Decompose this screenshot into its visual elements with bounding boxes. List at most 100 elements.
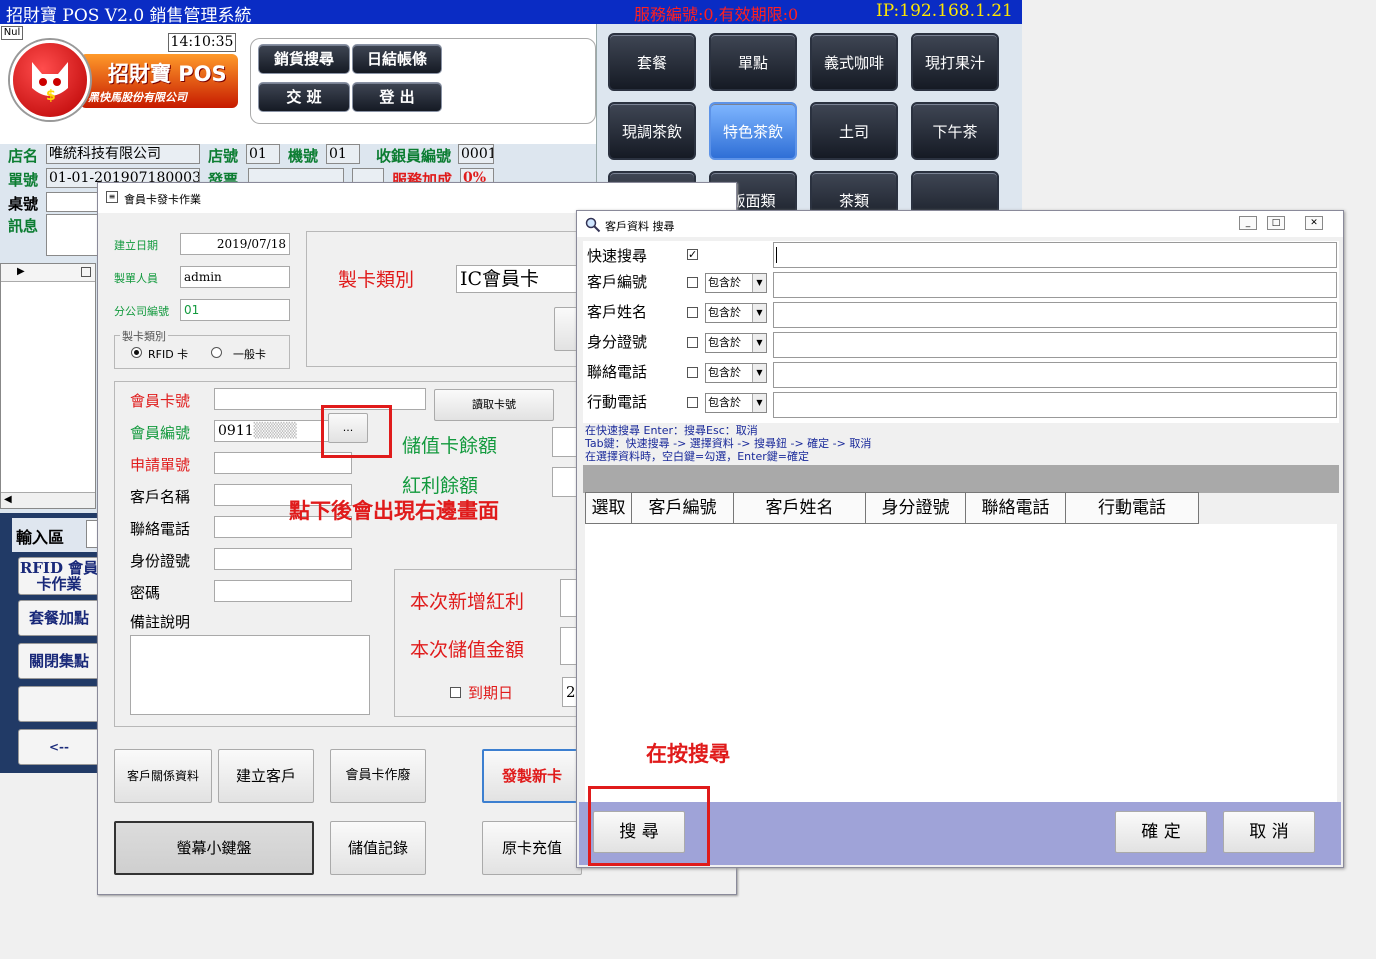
recharge-button[interactable]: 原卡充值 — [482, 821, 582, 875]
logout-button[interactable]: 登 出 — [352, 82, 442, 112]
screen-keyboard-button[interactable]: 螢幕小鍵盤 — [114, 821, 314, 875]
result-grid-header: 選取 客戶編號 客戶姓名 身分證號 聯絡電話 行動電話 — [585, 492, 1199, 524]
id-no-label: 身份證號 — [130, 552, 191, 570]
id-no-combo[interactable]: 包含於 ▼ — [705, 333, 767, 353]
table-no-field[interactable] — [46, 192, 100, 212]
card-no-field[interactable] — [214, 388, 426, 410]
mobile-checkbox[interactable] — [687, 397, 698, 408]
menu-category-button[interactable]: 現打果汁 — [911, 33, 999, 91]
column-mobile[interactable]: 行動電話 — [1066, 493, 1198, 523]
column-customer-name[interactable]: 客戶姓名 — [734, 493, 866, 523]
chevron-down-icon[interactable]: ▼ — [752, 334, 766, 352]
customer-no-checkbox[interactable] — [687, 277, 698, 288]
customer-no-label: 客戶編號 — [587, 273, 648, 291]
column-select[interactable]: 選取 — [586, 493, 632, 523]
customer-no-input[interactable] — [773, 272, 1337, 298]
card-category-select[interactable]: IC會員卡 — [456, 265, 578, 293]
annotation-text-2: 在按搜尋 — [646, 741, 730, 766]
id-no-checkbox[interactable] — [687, 337, 698, 348]
annotation-highlight-browse — [321, 405, 392, 458]
maximize-icon[interactable]: □ — [1267, 216, 1285, 230]
column-phone[interactable]: 聯絡電話 — [966, 493, 1066, 523]
close-points-button[interactable]: 關閉集點 — [18, 643, 100, 679]
customer-name-combo[interactable]: 包含於 ▼ — [705, 303, 767, 323]
rfid-radio-label: RFID 卡 — [148, 348, 189, 361]
remark-textarea[interactable] — [130, 635, 370, 715]
horizontal-scrollbar[interactable]: ◀ — [1, 492, 95, 508]
chevron-down-icon[interactable]: ▼ — [752, 394, 766, 412]
store-no-field: 01 — [246, 144, 280, 164]
expire-label: 到期日 — [468, 684, 514, 702]
rfid-card-button[interactable]: RFID 會員卡作業 — [18, 557, 100, 595]
normal-card-radio[interactable] — [211, 347, 222, 358]
password-label: 密碼 — [130, 584, 161, 602]
blank-button[interactable] — [18, 686, 100, 722]
read-card-button[interactable]: 讀取卡號 — [434, 389, 554, 421]
order-list[interactable]: ▶ ◀ — [0, 263, 96, 509]
quick-search-input[interactable] — [773, 242, 1337, 268]
column-id-no[interactable]: 身分證號 — [866, 493, 966, 523]
column-customer-no[interactable]: 客戶編號 — [632, 493, 734, 523]
title-bar: 招財寶 POS V2.0 銷售管理系統 服務編號:0,有效期限:0 IP:192… — [0, 0, 1022, 26]
ip-address: IP:192.168.1.21 — [876, 1, 1013, 21]
member-no-label: 會員編號 — [130, 424, 191, 442]
create-customer-button[interactable]: 建立客戶 — [218, 749, 314, 803]
member-no-value: 0911 — [218, 423, 254, 439]
chevron-down-icon[interactable]: ▼ — [752, 274, 766, 292]
customer-no-combo[interactable]: 包含於 ▼ — [705, 273, 767, 293]
bonus-balance-label: 紅利餘額 — [402, 475, 479, 497]
minimize-icon[interactable]: _ — [1239, 216, 1257, 230]
customer-name-checkbox[interactable] — [687, 307, 698, 318]
new-bonus-label: 本次新增紅利 — [410, 591, 525, 613]
back-button[interactable]: <-- — [18, 729, 100, 765]
hint-line-3: 在選擇資料時，空白鍵=勾選，Enter鍵=確定 — [585, 450, 809, 463]
issue-new-card-button[interactable]: 發製新卡 — [482, 749, 582, 803]
branch-field[interactable]: 01 — [180, 299, 290, 321]
combo-value: 包含於 — [708, 366, 741, 379]
order-no-label: 單號 — [8, 171, 39, 189]
phone-input[interactable] — [773, 362, 1337, 388]
menu-category-button[interactable]: 義式咖啡 — [810, 33, 898, 91]
chevron-down-icon[interactable]: ▼ — [752, 364, 766, 382]
checkbox-column[interactable] — [81, 267, 91, 277]
creator-field[interactable]: admin — [180, 266, 290, 288]
menu-category-button[interactable]: 套餐 — [608, 33, 696, 91]
card-category-group — [306, 231, 586, 367]
id-no-field[interactable] — [214, 548, 352, 570]
close-icon[interactable]: ✕ — [1305, 216, 1323, 230]
password-field[interactable] — [214, 580, 352, 602]
store-no-label: 店號 — [208, 147, 239, 165]
menu-category-button-active[interactable]: 特色茶飲 — [709, 102, 797, 160]
phone-checkbox[interactable] — [687, 367, 698, 378]
stored-records-button[interactable]: 儲值記錄 — [330, 821, 426, 875]
scroll-left-icon[interactable]: ◀ — [4, 494, 12, 505]
customer-name-input[interactable] — [773, 302, 1337, 328]
phone-label: 聯絡電話 — [587, 363, 648, 381]
created-date-field[interactable]: 2019/07/18 — [180, 233, 290, 255]
sales-search-button[interactable]: 銷貨搜尋 — [258, 44, 350, 74]
search-icon — [585, 217, 601, 233]
menu-category-button[interactable]: 單點 — [709, 33, 797, 91]
chevron-down-icon[interactable]: ▼ — [752, 304, 766, 322]
daily-close-button[interactable]: 日結帳條 — [352, 44, 442, 74]
mobile-input[interactable] — [773, 392, 1337, 418]
id-no-input[interactable] — [773, 332, 1337, 358]
menu-category-button[interactable]: 現調茶飲 — [608, 102, 696, 160]
shift-button[interactable]: 交 班 — [258, 82, 350, 112]
combo-addon-button[interactable]: 套餐加點 — [18, 600, 100, 636]
quick-search-checkbox[interactable]: ✓ — [687, 249, 698, 260]
combo-value: 包含於 — [708, 276, 741, 289]
cancel-button[interactable]: 取 消 — [1223, 811, 1315, 853]
mobile-combo[interactable]: 包含於 ▼ — [705, 393, 767, 413]
customer-relation-button[interactable]: 客戶關係資料 — [114, 749, 212, 803]
phone-combo[interactable]: 包含於 ▼ — [705, 363, 767, 383]
menu-category-button[interactable]: 土司 — [810, 102, 898, 160]
expire-checkbox[interactable] — [450, 687, 461, 698]
rfid-radio[interactable] — [131, 347, 142, 358]
ok-button[interactable]: 確 定 — [1115, 811, 1207, 853]
normal-card-radio-label: 一般卡 — [233, 348, 266, 361]
card-window-titlebar: ≡ 會員卡發卡作業 — [98, 183, 736, 213]
apply-no-label: 申請單號 — [130, 456, 191, 474]
void-card-button[interactable]: 會員卡作廢 — [330, 749, 426, 803]
menu-category-button[interactable]: 下午茶 — [911, 102, 999, 160]
